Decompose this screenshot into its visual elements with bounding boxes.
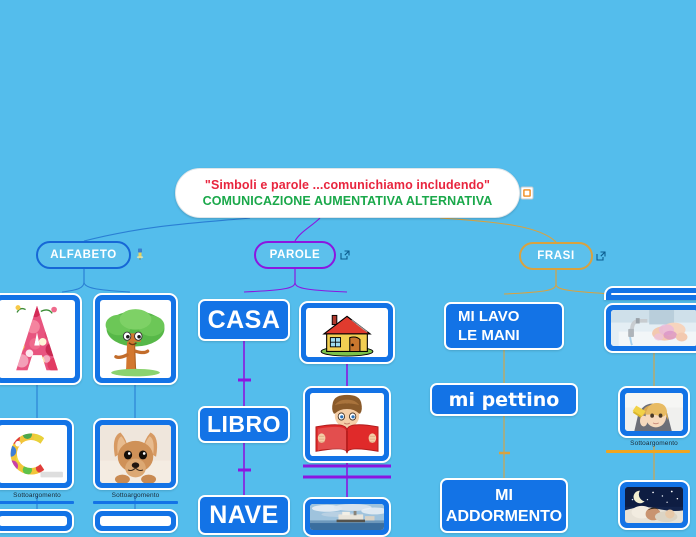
mindmap-canvas: "Simboli e parole ...comunichiamo includ… [0,0,696,537]
child-sleeping-night-image [625,487,683,523]
house-pictogram-image [307,308,387,357]
phrase-label-mi-lavo-line1: MI LAVO [458,308,520,325]
central-node-title-line2: COMUNICAZIONE AUMENTATIVA ALTERNATIVA [202,194,493,208]
external-link-icon[interactable] [596,251,606,261]
card-sleeping-child[interactable] [618,480,690,530]
card-tree[interactable] [93,293,178,385]
branch-label-alfabeto: ALFABETO [50,249,117,261]
letter-c-confetti-image [10,433,63,478]
sub-label-letter-c: Sottoargomento [13,492,61,499]
external-link-icon[interactable] [340,250,350,260]
washing-hands-image [611,310,696,346]
central-node-title-line1: "Simboli e parole ...comunichiamo includ… [204,178,491,192]
card-partial-left-2[interactable] [93,509,178,533]
card-letter-a[interactable] [0,293,82,385]
branch-label-frasi: FRASI [537,250,575,262]
card-letter-c[interactable] [0,418,74,490]
card-house[interactable] [299,301,395,364]
sub-label-comb: Sottoargomento [630,440,678,447]
card-book[interactable] [303,386,391,463]
branch-label-parole: PAROLE [269,249,321,261]
sub-label-dog: Sottoargomento [111,492,160,499]
chihuahua-dog-image [100,425,171,483]
word-node-casa[interactable]: CASA [198,299,290,341]
phrase-label-mi-pettino: mi pettino [448,388,560,411]
phrase-label-mi-addormento-line2: ADDORMENTO [445,507,563,525]
card-partial-right-top[interactable] [604,286,696,300]
girl-combing-hair-image [625,393,683,431]
word-label-casa: CASA [207,305,281,334]
word-node-libro[interactable]: LIBRO [198,406,290,443]
phrase-label-mi-addormento-line1: MI [495,486,513,504]
phrase-label-mi-lavo-line2: LE MANI [458,327,520,344]
child-reading-book-image [310,393,384,456]
card-dog[interactable] [93,418,178,490]
branch-node-parole[interactable]: PAROLE [254,241,336,269]
pin-icon[interactable] [133,247,147,261]
phrase-node-mi-pettino[interactable]: mi pettino [430,383,578,416]
note-icon[interactable] [520,186,534,200]
sub-bar-letter-c [0,501,74,504]
word-label-nave: NAVE [209,500,279,529]
letter-a-flowers-image [15,305,58,371]
word-node-nave[interactable]: NAVE [198,495,290,535]
sub-bar-dog [93,501,178,504]
ship-sea-image [310,504,384,530]
sub-bar-comb [606,450,690,453]
branch-node-frasi[interactable]: FRASI [519,242,593,270]
card-washing-hands[interactable] [604,303,696,353]
card-partial-left-1[interactable] [0,509,74,533]
card-ship[interactable] [303,497,391,537]
phrase-node-mi-addormento[interactable]: MI ADDORMENTO [440,478,568,533]
card-girl-combing[interactable] [618,386,690,438]
branch-node-alfabeto[interactable]: ALFABETO [36,241,131,269]
tree-cartoon-image [105,309,165,377]
word-label-libro: LIBRO [206,411,282,437]
central-node[interactable]: "Simboli e parole ...comunichiamo includ… [175,168,520,218]
phrase-node-mi-lavo-le-mani[interactable]: MI LAVO LE MANI [444,302,564,350]
